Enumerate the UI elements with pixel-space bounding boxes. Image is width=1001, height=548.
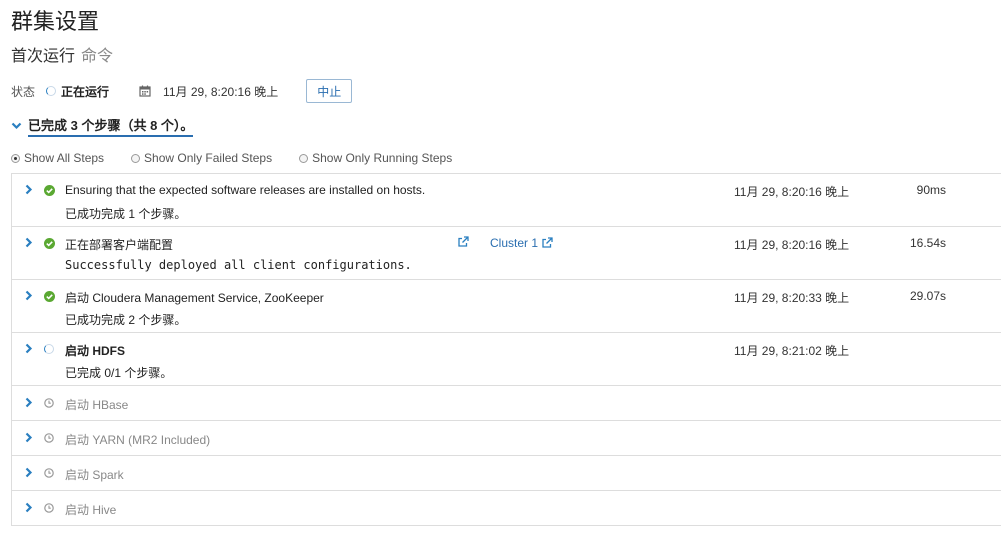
step-duration: 29.07s — [909, 289, 946, 303]
step-name: 启动 Spark — [65, 468, 124, 482]
subtitle-muted: 命令 — [81, 48, 114, 65]
abort-button[interactable]: 中止 — [306, 79, 353, 103]
status-label: 状态 — [11, 84, 36, 99]
radio-selected-icon[interactable] — [11, 153, 20, 163]
clock-icon — [44, 503, 54, 513]
running-spinner-icon — [44, 344, 54, 354]
step-detail: Successfully deployed all client configu… — [65, 258, 412, 272]
subtitle-main: 首次运行 — [11, 48, 76, 65]
steps-list: Ensuring that the expected software rele… — [11, 173, 1001, 526]
step-name: Ensuring that the expected software rele… — [65, 183, 426, 197]
page-subtitle: 首次运行 命令 — [11, 42, 113, 66]
status-timestamp: 11月 29, 8:20:16 晚上 — [163, 84, 279, 99]
chevron-right-icon[interactable] — [25, 290, 33, 301]
step-row: 正在部署客户端配置 Cluster 1 Successfully deploye… — [12, 227, 1001, 280]
running-spinner-icon — [46, 86, 57, 96]
step-duration: 90ms — [916, 183, 946, 197]
external-link-icon[interactable] — [457, 236, 469, 248]
radio-unselected-icon[interactable] — [131, 153, 141, 163]
step-detail: 已完成 0/1 个步骤。 — [65, 366, 173, 380]
step-row: Ensuring that the expected software rele… — [12, 174, 1001, 227]
step-time: 11月 29, 8:20:33 晚上 — [734, 291, 850, 305]
chevron-right-icon[interactable] — [25, 502, 33, 513]
step-filters: Show All Steps Show Only Failed Steps Sh… — [11, 151, 479, 165]
success-check-icon — [44, 185, 55, 196]
filter-failed-steps[interactable]: Show Only Failed Steps — [131, 151, 272, 165]
filter-all-steps[interactable]: Show All Steps — [11, 151, 104, 165]
step-row: 启动 HDFS 已完成 0/1 个步骤。 11月 29, 8:21:02 晚上 — [12, 333, 1001, 386]
steps-summary: 已完成 3 个步骤（共 8 个）。 — [28, 115, 194, 137]
page-title: 群集设置 — [11, 9, 100, 34]
chevron-right-icon[interactable] — [25, 467, 33, 478]
step-name: 启动 HDFS — [65, 344, 126, 358]
chevron-right-icon[interactable] — [25, 184, 33, 195]
step-time: 11月 29, 8:21:02 晚上 — [734, 344, 850, 358]
step-detail: 已成功完成 1 个步骤。 — [65, 207, 187, 221]
step-row: 启动 Hive — [12, 491, 1001, 526]
step-time: 11月 29, 8:20:16 晚上 — [734, 185, 850, 199]
step-row: 启动 HBase — [12, 386, 1001, 421]
success-check-icon — [44, 291, 55, 302]
clock-icon — [44, 433, 54, 443]
step-name: 启动 YARN (MR2 Included) — [65, 433, 211, 447]
chevron-right-icon[interactable] — [25, 343, 33, 354]
step-duration: 16.54s — [909, 236, 946, 250]
step-name: 启动 HBase — [65, 398, 129, 412]
step-row: 启动 Cloudera Management Service, ZooKeepe… — [12, 280, 1001, 333]
filter-label: Show All Steps — [24, 151, 105, 165]
cluster-link[interactable]: Cluster 1 — [490, 236, 553, 250]
clock-icon — [44, 468, 54, 478]
chevron-right-icon[interactable] — [25, 397, 33, 408]
step-time: 11月 29, 8:20:16 晚上 — [734, 238, 850, 252]
chevron-right-icon[interactable] — [25, 432, 33, 443]
step-name: 正在部署客户端配置 — [65, 238, 174, 252]
chevron-down-icon — [11, 122, 22, 130]
filter-label: Show Only Failed Steps — [144, 151, 273, 165]
status-row: 状态 正在运行 11月 29, 8:20:16 晚上 中止 — [11, 79, 353, 103]
cluster-link-label: Cluster 1 — [490, 236, 539, 250]
step-row: 启动 Spark — [12, 456, 1001, 491]
status-value: 正在运行 — [61, 84, 110, 99]
step-name: 启动 Cloudera Management Service, ZooKeepe… — [65, 291, 324, 305]
step-name: 启动 Hive — [65, 503, 117, 517]
steps-summary-toggle[interactable]: 已完成 3 个步骤（共 8 个）。 — [11, 115, 194, 137]
radio-unselected-icon[interactable] — [299, 153, 309, 163]
filter-running-steps[interactable]: Show Only Running Steps — [299, 151, 452, 165]
calendar-icon — [139, 85, 151, 97]
external-link-icon — [541, 237, 553, 249]
filter-label: Show Only Running Steps — [312, 151, 453, 165]
step-detail: 已成功完成 2 个步骤。 — [65, 313, 187, 327]
step-row: 启动 YARN (MR2 Included) — [12, 421, 1001, 456]
clock-icon — [44, 398, 54, 408]
chevron-right-icon[interactable] — [25, 237, 33, 248]
success-check-icon — [44, 238, 55, 249]
